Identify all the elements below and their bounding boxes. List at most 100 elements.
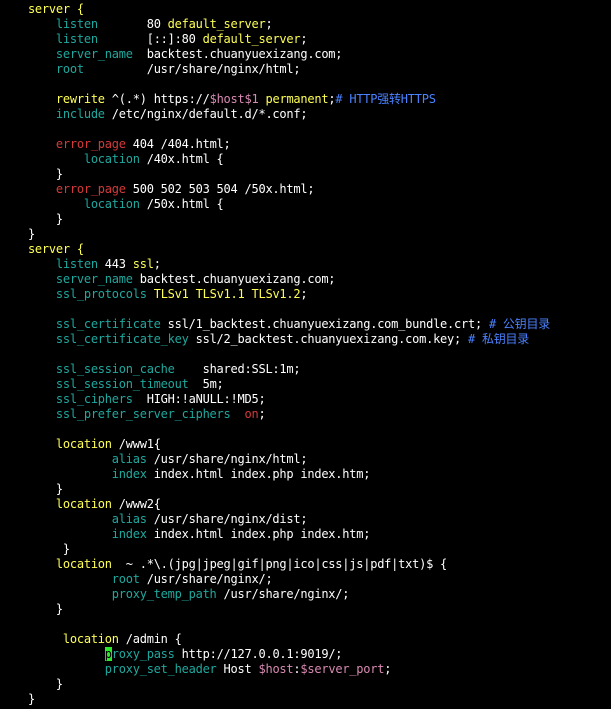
code-token: [::]:80 [97,32,203,46]
code-token: /usr/share/nginx/html; [83,62,301,76]
error_directive-token: error_page [55,182,126,196]
code-line: error_page 404 /404.html; [0,137,611,152]
code-token: ssl/2_backtest.chuanyuexizang.com.key; [188,332,468,346]
directive-token: alias [111,512,147,526]
code-token: /etc/nginx/default.d/*.conf; [104,107,308,121]
code-line: root /usr/share/nginx/; [0,572,611,587]
directive-token: ssl_certificate [55,317,161,331]
code-token: backtest.chuanyuexizang.com; [132,47,343,61]
value-token: rewrite [55,92,105,106]
code-line: server_name backtest.chuanyuexizang.com; [0,47,611,62]
code-token: } [0,212,63,226]
directive-token: root [55,62,84,76]
value-token: location [55,497,112,511]
code-line: root /usr/share/nginx/html; [0,62,611,77]
code-token: index.html index.php index.htm; [146,467,371,481]
code-line: alias /usr/share/nginx/dist; [0,512,611,527]
directive-token: listen [55,17,98,31]
value-token: default_server [167,17,266,31]
variable-token: $server_port [300,662,385,676]
directive-token: roxy_pass [111,647,175,661]
code-line: listen [::]:80 default_server; [0,32,611,47]
block-token: server { [0,2,84,16]
code-line: } [0,677,611,692]
directive-token: index [111,467,147,481]
code-token: } [0,692,35,706]
directive-token: proxy_temp_path [111,587,217,601]
code-token: /usr/share/nginx/dist; [146,512,308,526]
code-line: ssl_protocols TLSv1 TLSv1.1 TLSv1.2; [0,287,611,302]
code-token: /www2{ [111,497,161,511]
code-token: HIGH:!aNULL:!MD5; [132,392,266,406]
code-line: } [0,212,611,227]
directive-token: listen [55,32,98,46]
value-token: permanent [265,92,329,106]
code-line: listen 80 default_server; [0,17,611,32]
code-line: location /40x.html { [0,152,611,167]
code-token: } [0,542,70,556]
directive-token: ssl_ciphers [55,392,133,406]
code-line: ssl_session_timeout 5m; [0,377,611,392]
code-token: 500 502 503 504 /50x.html; [125,182,315,196]
comment-token: # 私钥目录 [468,332,530,346]
code-token: ssl/1_backtest.chuanyuexizang.com_bundle… [160,317,489,331]
code-line: server { [0,242,611,257]
comment-token: # HTTP强转HTTPS [335,92,436,106]
code-line: ssl_session_cache shared:SSL:1m; [0,362,611,377]
code-token: /admin { [118,632,182,646]
code-token: ; [300,287,308,301]
code-token: } [0,227,35,241]
value-token: location [55,437,112,451]
code-token: 443 [97,257,133,271]
code-line: listen 443 ssl; [0,257,611,272]
code-token: /usr/share/nginx/; [139,572,273,586]
code-token: /usr/share/nginx/; [216,587,350,601]
directive-token: location [83,197,140,211]
code-line: ssl_ciphers HIGH:!aNULL:!MD5; [0,392,611,407]
code-line: } [0,602,611,617]
code-token: 404 /404.html; [125,137,231,151]
value-token: TLSv1 TLSv1.1 TLSv1.2 [153,287,301,301]
terminal-editor[interactable]: server { listen 80 default_server; liste… [0,2,611,709]
code-line: server { [0,2,611,17]
directive-token: server_name [55,272,133,286]
code-line: index index.html index.php index.htm; [0,527,611,542]
code-line: ssl_certificate ssl/1_backtest.chuanyuex… [0,317,611,332]
code-token: ; [153,257,161,271]
code-line: location /www2{ [0,497,611,512]
code-token: ; [384,662,392,676]
directive-token: include [55,107,105,121]
directive-token: root [111,572,140,586]
value-token: default_server [202,32,301,46]
code-token: 80 [97,17,168,31]
code-line: proxy_pass http://127.0.0.1:9019/; [0,647,611,662]
code-token: Host [216,662,259,676]
code-line: } [0,482,611,497]
code-token: } [0,482,63,496]
code-line: rewrite ^(.*) https://$host$1 permanent;… [0,92,611,107]
